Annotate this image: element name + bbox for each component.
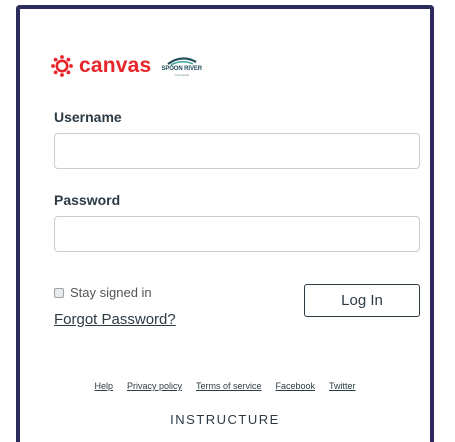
college-logo: SPOON RIVER COLLEGE: [161, 56, 202, 77]
password-label: Password: [54, 192, 121, 208]
college-logo-subtext: COLLEGE: [174, 72, 189, 77]
footer-link-facebook[interactable]: Facebook: [276, 381, 316, 391]
stay-signed-in-label: Stay signed in: [70, 285, 152, 300]
forgot-password-link[interactable]: Forgot Password?: [54, 311, 176, 328]
footer-links: Help Privacy policy Terms of service Fac…: [20, 381, 430, 391]
footer-link-twitter[interactable]: Twitter: [329, 381, 356, 391]
logo-row: canvas SPOON RIVER COLLEGE: [51, 53, 202, 79]
footer-link-help[interactable]: Help: [94, 381, 113, 391]
instructure-logo[interactable]: INSTRUCTURE: [20, 412, 430, 427]
username-input[interactable]: [54, 133, 420, 169]
stay-signed-in-checkbox[interactable]: [54, 287, 64, 298]
login-button[interactable]: Log In: [304, 284, 420, 317]
college-logo-text: SPOON RIVER: [161, 65, 203, 72]
footer-link-privacy[interactable]: Privacy policy: [127, 381, 182, 391]
canvas-wordmark: canvas: [79, 54, 152, 77]
password-input[interactable]: [54, 216, 420, 252]
login-panel: canvas SPOON RIVER COLLEGE Username Pass…: [16, 5, 434, 442]
username-label: Username: [54, 109, 122, 125]
college-logo-wave-icon: [167, 56, 197, 66]
stay-signed-in[interactable]: Stay signed in: [54, 285, 152, 300]
footer-link-terms[interactable]: Terms of service: [196, 381, 262, 391]
canvas-logo-icon: [51, 55, 73, 77]
